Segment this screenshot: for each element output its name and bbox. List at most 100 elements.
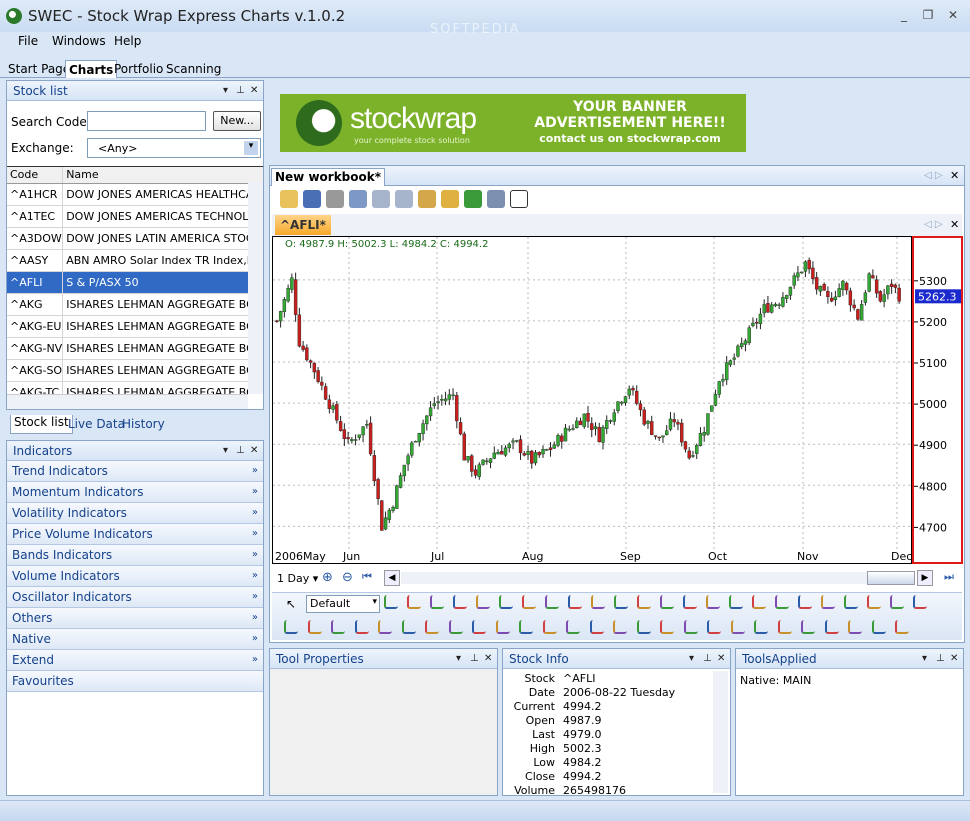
stock-code-cell[interactable]: ^A1TEC bbox=[7, 205, 64, 228]
candle-body[interactable] bbox=[676, 422, 680, 425]
candle-body[interactable] bbox=[372, 455, 377, 482]
circle-tool-icon[interactable] bbox=[706, 595, 720, 609]
candle-body[interactable] bbox=[698, 433, 703, 446]
candle-body[interactable] bbox=[796, 272, 800, 278]
close-icon[interactable]: ✕ bbox=[717, 649, 725, 669]
candle-body[interactable] bbox=[503, 447, 508, 456]
stock-name-cell[interactable]: ISHARES LEHMAN AGGREGATE BOND bbox=[62, 359, 263, 382]
candle-body[interactable] bbox=[496, 452, 500, 455]
candle-body[interactable] bbox=[338, 421, 343, 431]
split-vertical-icon[interactable] bbox=[395, 190, 413, 208]
candle-body[interactable] bbox=[623, 396, 628, 404]
candle-body[interactable] bbox=[878, 291, 883, 302]
candle-body[interactable] bbox=[743, 340, 748, 345]
vline-tool-icon[interactable] bbox=[284, 620, 298, 634]
close-icon[interactable]: ✕ bbox=[950, 649, 958, 669]
candle-body[interactable] bbox=[893, 284, 898, 288]
candle-body[interactable] bbox=[406, 455, 410, 465]
candle-body[interactable] bbox=[822, 284, 826, 291]
candle-body[interactable] bbox=[638, 403, 643, 411]
fib-tool-icon[interactable] bbox=[453, 595, 467, 609]
candle-body[interactable] bbox=[436, 401, 440, 403]
speed-tool-icon[interactable] bbox=[848, 620, 862, 634]
candle-body[interactable] bbox=[470, 455, 474, 472]
candle-body[interactable] bbox=[335, 404, 339, 421]
pointer-icon[interactable]: ↖ bbox=[286, 597, 296, 611]
indicator-group[interactable]: Trend Indicators » bbox=[7, 461, 263, 482]
candle-body[interactable] bbox=[541, 449, 545, 455]
pin-icon[interactable]: ⊥ bbox=[236, 81, 245, 101]
candle-body[interactable] bbox=[462, 433, 466, 461]
candle-body[interactable] bbox=[530, 450, 534, 464]
tab-history[interactable]: History bbox=[122, 417, 165, 431]
fan-tool-icon[interactable] bbox=[729, 595, 743, 609]
fib6-tool-icon[interactable] bbox=[589, 620, 604, 634]
banner-ad[interactable]: stockwrap your complete stock solution Y… bbox=[280, 94, 746, 152]
candle-body[interactable] bbox=[365, 423, 369, 426]
candle-body[interactable] bbox=[683, 441, 688, 450]
candle-body[interactable] bbox=[455, 395, 459, 422]
zoom-in-icon[interactable]: ⊕ bbox=[322, 570, 333, 585]
fib5-tool-icon[interactable] bbox=[566, 620, 580, 634]
candle-body[interactable] bbox=[380, 500, 384, 531]
expand-chevron-icon[interactable]: » bbox=[252, 503, 258, 523]
table-row[interactable]: ^AKG-EU ISHARES LEHMAN AGGREGATE BOND bbox=[7, 315, 263, 338]
table-row[interactable]: ^AKG-SO ISHARES LEHMAN AGGREGATE BOND bbox=[7, 359, 263, 382]
vertical-scrollbar[interactable] bbox=[248, 182, 263, 394]
candle-body[interactable] bbox=[447, 394, 452, 400]
tick-tool-icon[interactable] bbox=[591, 595, 605, 609]
scroll-right-button[interactable]: ▶ bbox=[917, 570, 933, 586]
go-last-icon[interactable]: ⏭ bbox=[944, 570, 954, 584]
period-select[interactable]: 1 Day ▾ bbox=[277, 572, 318, 585]
dropdown-icon[interactable]: ▾ bbox=[922, 649, 927, 669]
candle-body[interactable] bbox=[451, 394, 455, 397]
price-axis[interactable]: 4700 4800 4900 5000 5100 5200 5300 5262.3 bbox=[912, 236, 963, 564]
indicator-group[interactable]: Others » bbox=[7, 608, 263, 629]
note-tool-icon[interactable] bbox=[499, 595, 513, 609]
candle-body[interactable] bbox=[799, 271, 804, 274]
candle-body[interactable] bbox=[432, 403, 437, 406]
candle-body[interactable] bbox=[758, 313, 763, 324]
stock-code-cell[interactable]: ^AASY bbox=[7, 249, 64, 272]
candle-body[interactable] bbox=[721, 378, 725, 382]
column-header-code[interactable]: Code bbox=[7, 167, 64, 184]
expand-chevron-icon[interactable]: » bbox=[252, 524, 258, 544]
arrow2-tool-icon[interactable] bbox=[401, 620, 416, 634]
stock-name-cell[interactable]: DOW JONES LATIN AMERICA STOCK bbox=[62, 227, 263, 250]
candle-body[interactable] bbox=[713, 393, 718, 406]
open-icon[interactable] bbox=[280, 190, 298, 208]
drawing-style-select[interactable]: Default ▾ bbox=[306, 595, 380, 613]
candle-body[interactable] bbox=[826, 291, 830, 298]
candle-body[interactable] bbox=[601, 426, 605, 443]
pin-icon[interactable]: ⊥ bbox=[236, 441, 245, 461]
line-tool-icon[interactable] bbox=[384, 595, 398, 609]
stock-code-cell[interactable]: ^AKG-TC bbox=[7, 381, 64, 394]
candle-body[interactable] bbox=[500, 451, 504, 455]
fib3-tool-icon[interactable] bbox=[519, 620, 533, 634]
ray-tool-icon[interactable] bbox=[354, 620, 369, 634]
candle-body[interactable] bbox=[841, 280, 845, 290]
dropdown-icon[interactable]: ▾ bbox=[223, 81, 228, 101]
candle-body[interactable] bbox=[428, 407, 433, 417]
candle-body[interactable] bbox=[590, 423, 594, 431]
candle-body[interactable] bbox=[413, 440, 418, 443]
menu-file[interactable]: File bbox=[18, 34, 38, 48]
stock-info-scrollbar[interactable] bbox=[713, 671, 728, 793]
pin-icon[interactable]: ⊥ bbox=[470, 649, 479, 669]
zoom-out-icon[interactable]: ⊖ bbox=[342, 570, 353, 585]
candle-body[interactable] bbox=[293, 279, 298, 315]
candle-body[interactable] bbox=[867, 273, 871, 292]
fib11-tool-icon[interactable] bbox=[707, 620, 721, 634]
tab-start-page[interactable]: Start Page bbox=[5, 60, 73, 78]
candle-body[interactable] bbox=[286, 287, 290, 302]
candle-body[interactable] bbox=[710, 405, 714, 412]
go-first-icon[interactable]: ⏮ bbox=[362, 570, 372, 584]
stock-name-cell[interactable]: ISHARES LEHMAN AGGREGATE BOND bbox=[62, 381, 263, 394]
chevron-down-icon[interactable]: ▾ bbox=[372, 597, 377, 607]
candle-body[interactable] bbox=[706, 413, 710, 435]
wave-tool-icon[interactable] bbox=[660, 595, 674, 609]
candle-body[interactable] bbox=[507, 443, 511, 449]
polyline-tool-icon[interactable] bbox=[913, 595, 927, 609]
chevron-down-icon[interactable]: ▾ bbox=[244, 141, 258, 155]
candle-body[interactable] bbox=[331, 405, 335, 410]
